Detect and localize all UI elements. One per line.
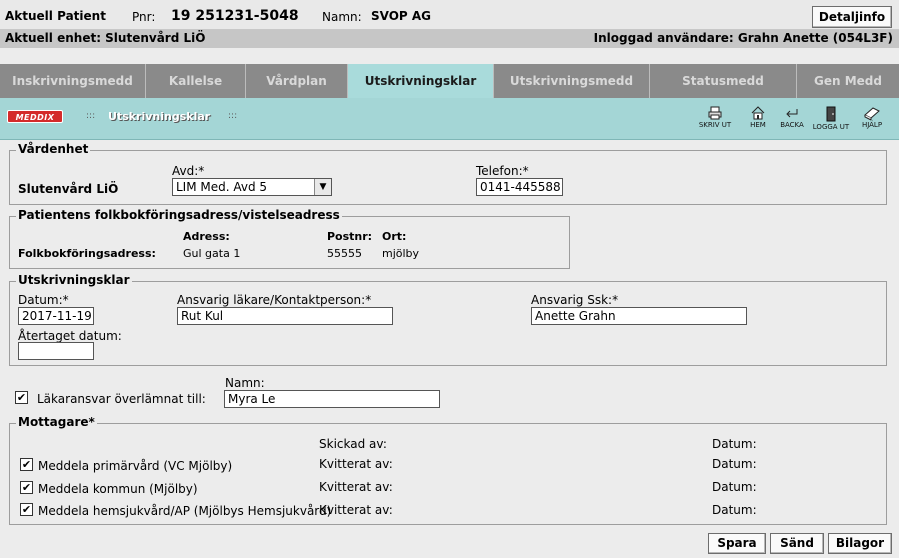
vardenhet-legend: Vårdenhet (16, 142, 91, 156)
grip-left: ::: (86, 111, 96, 121)
patient-label: Aktuell Patient (5, 9, 106, 23)
logout-label: LOGGA UT (812, 123, 850, 131)
hemsjukvard-checkbox[interactable]: ✔ (20, 503, 33, 516)
chevron-down-icon[interactable]: ▼ (314, 179, 331, 195)
namn-input[interactable]: Myra Le (224, 390, 440, 408)
printer-icon (708, 106, 722, 120)
tab-bar: Inskrivningsmedd Kallelse Vårdplan Utskr… (0, 64, 899, 98)
save-button[interactable]: Spara (708, 533, 766, 554)
tab-statusmedd[interactable]: Statusmedd (650, 64, 797, 98)
hemsjukvard-datum: Datum: (712, 503, 757, 517)
ssk-label: Ansvarig Ssk:* (531, 293, 619, 307)
hemsjukvard-label: Meddela hemsjukvård/AP (Mjölbys Hemsjukv… (38, 504, 332, 518)
primarvard-checkbox[interactable]: ✔ (20, 458, 33, 471)
kommun-kvitterat: Kvitterat av: (319, 480, 393, 494)
logged-in-user: Inloggad användare: Grahn Anette (054L3F… (593, 31, 893, 45)
logout-door-icon (826, 106, 836, 122)
meddix-logo: MEDDIX (7, 110, 63, 123)
unit-name: Slutenvård LiÖ (18, 182, 119, 196)
primarvard-kvitterat: Kvitterat av: (319, 457, 393, 471)
datum-input[interactable]: 2017-11-19 (18, 307, 94, 325)
kommun-label: Meddela kommun (Mjölby) (38, 482, 198, 496)
address-section: Patientens folkbokföringsadress/vistelse… (9, 208, 570, 269)
atertaget-label: Återtaget datum: (18, 329, 122, 343)
name-value: SVOP AG (371, 9, 432, 23)
help-book-icon (864, 107, 880, 120)
details-button[interactable]: Detaljinfo (812, 6, 892, 28)
logout-button[interactable]: LOGGA UT (811, 106, 851, 131)
attachments-button[interactable]: Bilagor (828, 533, 892, 554)
mottagare-legend: Mottagare* (16, 415, 97, 429)
tab-utskrivningsklar[interactable]: Utskrivningsklar (348, 64, 494, 98)
print-button[interactable]: SKRIV UT (695, 106, 735, 129)
avd-label: Avd:* (172, 164, 205, 178)
grip-right: ::: (228, 111, 238, 121)
postnr-label: Postnr: (327, 230, 373, 243)
tab-gen-medd[interactable]: Gen Medd (797, 64, 899, 98)
patient-header: Aktuell Patient Pnr: 19 251231-5048 Namn… (0, 0, 899, 30)
namn-label: Namn: (225, 376, 265, 390)
kommun-datum: Datum: (712, 480, 757, 494)
lakare-input[interactable]: Rut Kul (177, 307, 393, 325)
home-icon (751, 106, 765, 120)
primarvard-label: Meddela primärvård (VC Mjölby) (38, 459, 233, 473)
tab-vardplan[interactable]: Vårdplan (246, 64, 348, 98)
telefon-label: Telefon:* (476, 164, 529, 178)
adress-label: Adress: (183, 230, 230, 243)
ort-label: Ort: (382, 230, 407, 243)
adress-value: Gul gata 1 (183, 247, 241, 260)
utskrivningsklar-section: Utskrivningsklar (9, 273, 887, 366)
lakaransvar-label: Läkaransvar överlämnat till: (37, 392, 206, 406)
skickad-av-label: Skickad av: (319, 437, 387, 451)
tab-inskrivningsmedd[interactable]: Inskrivningsmedd (0, 64, 146, 98)
back-arrow-icon (786, 109, 798, 118)
current-unit: Aktuell enhet: Slutenvård LiÖ (5, 31, 206, 45)
back-button[interactable]: BACKA (772, 106, 812, 129)
telefon-input[interactable]: 0141-445588 (476, 178, 563, 196)
datum-label: Datum:* (18, 293, 69, 307)
avd-value: LIM Med. Avd 5 (176, 180, 268, 194)
form-title: Utskrivningsklar (108, 110, 211, 123)
primarvard-datum: Datum: (712, 457, 757, 471)
ort-value: mjölby (382, 247, 420, 260)
ssk-input[interactable]: Anette Grahn (531, 307, 747, 325)
send-button[interactable]: Sänd (770, 533, 824, 554)
tab-utskrivningsmedd[interactable]: Utskrivningsmedd (494, 64, 650, 98)
hemsjukvard-kvitterat: Kvitterat av: (319, 503, 393, 517)
pnr-label: Pnr: (132, 10, 156, 24)
back-label: BACKA (780, 121, 804, 129)
kommun-checkbox[interactable]: ✔ (20, 481, 33, 494)
atertaget-input[interactable] (18, 342, 94, 360)
postnr-value: 55555 (327, 247, 362, 260)
tab-kallelse[interactable]: Kallelse (146, 64, 246, 98)
help-button[interactable]: HJÄLP (852, 106, 892, 129)
utskrivningsklar-legend: Utskrivningsklar (16, 273, 132, 287)
folkbokforing-label: Folkbokföringsadress: (18, 247, 156, 260)
home-label: HEM (750, 121, 766, 129)
pnr-value: 19 251231-5048 (171, 8, 299, 24)
lakare-label: Ansvarig läkare/Kontaktperson:* (177, 293, 372, 307)
unit-bar: Aktuell enhet: Slutenvård LiÖ Inloggad a… (0, 30, 899, 48)
datum-header: Datum: (712, 437, 757, 451)
address-legend: Patientens folkbokföringsadress/vistelse… (16, 208, 342, 222)
help-label: HJÄLP (861, 121, 883, 129)
print-label: SKRIV UT (698, 121, 732, 129)
name-label: Namn: (322, 10, 362, 24)
vardenhet-section: Vårdenhet (9, 142, 887, 205)
avd-select[interactable]: LIM Med. Avd 5 ▼ (172, 178, 332, 196)
lakaransvar-checkbox[interactable]: ✔ (15, 391, 28, 404)
